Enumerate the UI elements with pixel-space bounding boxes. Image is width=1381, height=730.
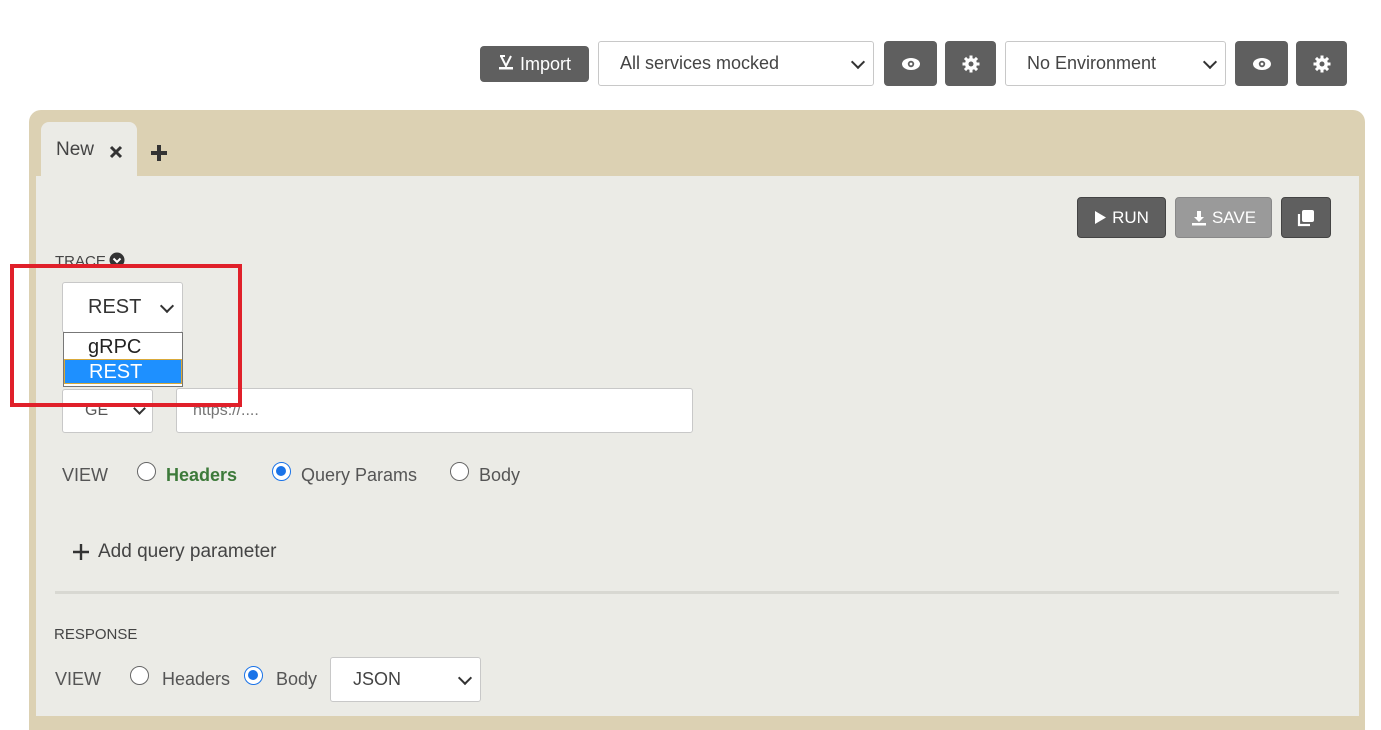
- request-headers-label[interactable]: Headers: [166, 465, 237, 486]
- chevron-down-icon: [1202, 54, 1218, 69]
- copy-button[interactable]: [1281, 197, 1331, 238]
- environment-settings-button[interactable]: [1296, 41, 1347, 86]
- eye-icon: [1252, 57, 1271, 70]
- environment-value: No Environment: [1027, 53, 1157, 73]
- run-button[interactable]: RUN: [1077, 197, 1166, 238]
- services-settings-button[interactable]: [945, 41, 996, 86]
- request-query-params-label[interactable]: Query Params: [301, 465, 417, 486]
- import-label: Import: [519, 53, 571, 74]
- tab-new-label: New: [56, 139, 95, 160]
- add-query-parameter-button[interactable]: Add query parameter: [72, 540, 277, 564]
- response-format-select[interactable]: JSON: [330, 657, 481, 702]
- import-button[interactable]: Import: [480, 46, 589, 82]
- url-input[interactable]: [176, 388, 693, 433]
- chevron-down-icon: [850, 54, 866, 69]
- request-view-label: VIEW: [62, 465, 109, 485]
- request-body-label[interactable]: Body: [479, 465, 520, 486]
- request-headers-radio[interactable]: [137, 462, 156, 481]
- response-body-radio[interactable]: [244, 666, 263, 685]
- environment-select[interactable]: No Environment: [1005, 41, 1226, 86]
- services-mock-value: All services mocked: [620, 53, 780, 73]
- add-tab-icon[interactable]: [149, 143, 169, 163]
- environment-view-button[interactable]: [1235, 41, 1288, 86]
- highlight-box: [10, 264, 242, 407]
- add-query-parameter-label: Add query parameter: [98, 541, 277, 562]
- response-body-label[interactable]: Body: [276, 669, 317, 690]
- gear-icon: [1313, 55, 1330, 72]
- response-view-label: VIEW: [55, 669, 102, 689]
- plus-icon: [73, 544, 89, 560]
- request-panel-body: [36, 176, 1359, 716]
- response-format-value: JSON: [353, 669, 402, 689]
- gear-icon: [962, 55, 979, 72]
- response-label: RESPONSE: [54, 626, 138, 643]
- play-icon: [1095, 211, 1107, 224]
- response-headers-label[interactable]: Headers: [162, 669, 230, 690]
- copy-icon: [1297, 209, 1314, 226]
- chevron-down-icon: [457, 670, 473, 685]
- import-icon: [498, 54, 514, 75]
- request-body-radio[interactable]: [450, 462, 469, 481]
- section-divider: [55, 591, 1339, 594]
- save-button[interactable]: SAVE: [1175, 197, 1272, 238]
- download-icon: [1191, 210, 1206, 225]
- save-label: SAVE: [1211, 207, 1257, 227]
- request-query-params-radio[interactable]: [272, 462, 291, 481]
- run-label: RUN: [1112, 207, 1149, 227]
- close-icon[interactable]: [109, 145, 123, 159]
- eye-icon: [901, 57, 920, 70]
- response-headers-radio[interactable]: [130, 666, 149, 685]
- services-view-button[interactable]: [884, 41, 937, 86]
- services-mock-select[interactable]: All services mocked: [598, 41, 874, 86]
